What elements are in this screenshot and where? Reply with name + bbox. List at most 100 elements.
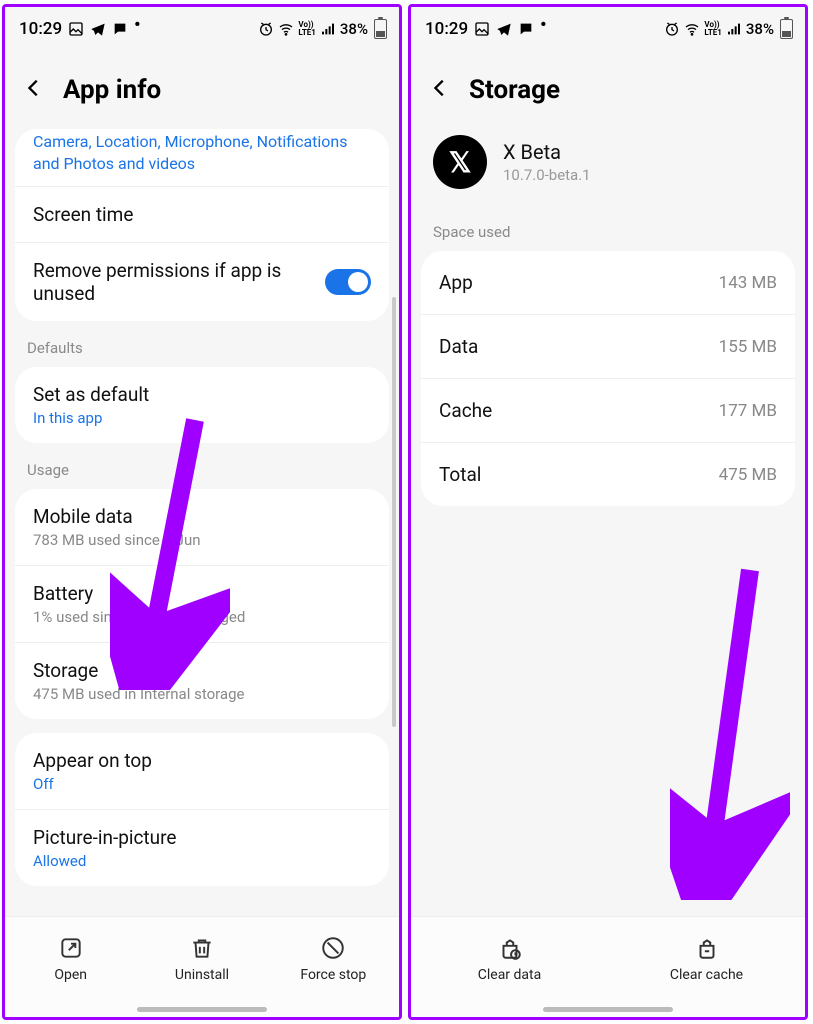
alarm-icon	[258, 21, 274, 37]
display-card: Appear on top Off Picture-in-picture All…	[15, 733, 389, 886]
mobile-data-title: Mobile data	[33, 505, 371, 528]
storage-title: Storage	[33, 659, 371, 682]
defaults-section-label: Defaults	[5, 321, 399, 367]
total-key: Total	[439, 463, 481, 486]
usage-card: Mobile data 783 MB used since 1 Jun Batt…	[15, 489, 389, 719]
storage-row[interactable]: Storage 475 MB used in Internal storage	[15, 642, 389, 719]
bottom-action-bar: Clear data Clear cache	[411, 916, 805, 1001]
battery-row[interactable]: Battery 1% used since last fully charged	[15, 565, 389, 642]
nav-pill	[543, 1007, 673, 1012]
space-used-card: App 143 MB Data 155 MB Cache 177 MB Tota…	[421, 251, 795, 506]
page-header: App info	[5, 47, 399, 129]
bottom-action-bar: Open Uninstall Force stop	[5, 916, 399, 1001]
page-header: Storage	[411, 47, 805, 129]
volte-icon: Vo))LTE1	[704, 21, 722, 37]
data-val: 155 MB	[719, 337, 777, 357]
remove-permissions-label: Remove permissions if app is unused	[33, 259, 303, 305]
scrollbar[interactable]	[392, 297, 396, 727]
app-key: App	[439, 271, 473, 294]
back-icon[interactable]	[429, 77, 451, 103]
wifi-icon	[684, 21, 700, 37]
clear-data-button[interactable]: Clear data	[411, 917, 608, 1001]
permissions-link[interactable]: Camera, Location, Microphone, Notificati…	[15, 129, 389, 186]
signal-icon	[726, 21, 742, 37]
telegram-icon	[90, 21, 106, 37]
top-card: Camera, Location, Microphone, Notificati…	[15, 129, 389, 321]
clear-cache-button[interactable]: Clear cache	[608, 917, 805, 1001]
gallery-icon	[474, 21, 490, 37]
force-stop-label: Force stop	[300, 967, 366, 983]
battery-pct: 38%	[746, 20, 774, 38]
back-icon[interactable]	[23, 77, 45, 103]
page-title: Storage	[469, 75, 560, 105]
cache-val: 177 MB	[719, 401, 777, 421]
uninstall-button[interactable]: Uninstall	[136, 917, 267, 1001]
battery-pct: 38%	[340, 20, 368, 38]
pip-sub: Allowed	[33, 852, 371, 870]
battery-sub: 1% used since last fully charged	[33, 608, 371, 626]
battery-icon	[780, 19, 793, 39]
screen-time-label: Screen time	[33, 203, 371, 226]
status-right: Vo))LTE1 38%	[258, 19, 387, 39]
set-default-row[interactable]: Set as default In this app	[15, 367, 389, 443]
nav-pill	[137, 1007, 267, 1012]
battery-icon	[374, 19, 387, 39]
status-left: 10:29 •	[425, 19, 546, 39]
uninstall-label: Uninstall	[175, 967, 229, 983]
page-title: App info	[63, 75, 161, 105]
status-bar: 10:29 • Vo))LTE1	[411, 7, 805, 47]
phone-app-info: 10:29 • Vo))LTE1	[2, 4, 402, 1020]
content: 𝕏 X Beta 10.7.0-beta.1 Space used App 14…	[411, 129, 805, 916]
gallery-icon	[68, 21, 84, 37]
phone-storage: 10:29 • Vo))LTE1	[408, 4, 808, 1020]
appear-on-top-row[interactable]: Appear on top Off	[15, 733, 389, 809]
app-val: 143 MB	[719, 273, 777, 293]
row-data: Data 155 MB	[421, 314, 795, 378]
gesture-nav-bar[interactable]	[5, 1001, 399, 1017]
defaults-card: Set as default In this app	[15, 367, 389, 443]
battery-title: Battery	[33, 582, 371, 605]
alarm-icon	[664, 21, 680, 37]
clear-data-label: Clear data	[478, 967, 541, 983]
status-time: 10:29	[19, 19, 62, 39]
signal-icon	[320, 21, 336, 37]
space-used-label: Space used	[411, 205, 805, 251]
row-total: Total 475 MB	[421, 442, 795, 506]
remove-permissions-toggle[interactable]	[325, 269, 371, 295]
app-version: 10.7.0-beta.1	[503, 166, 591, 184]
cache-key: Cache	[439, 399, 492, 422]
wifi-icon	[278, 21, 294, 37]
chat-icon	[112, 21, 128, 37]
more-dot-icon: •	[540, 15, 546, 35]
open-button[interactable]: Open	[5, 917, 136, 1001]
status-left: 10:29 •	[19, 19, 140, 39]
appear-on-top-title: Appear on top	[33, 749, 371, 772]
more-dot-icon: •	[134, 15, 140, 35]
screen-time-row[interactable]: Screen time	[15, 187, 389, 242]
open-label: Open	[54, 967, 87, 983]
pip-title: Picture-in-picture	[33, 826, 371, 849]
row-app: App 143 MB	[421, 251, 795, 314]
telegram-icon	[496, 21, 512, 37]
status-bar: 10:29 • Vo))LTE1	[5, 7, 399, 47]
set-default-sub: In this app	[33, 409, 371, 427]
gesture-nav-bar[interactable]	[411, 1001, 805, 1017]
mobile-data-row[interactable]: Mobile data 783 MB used since 1 Jun	[15, 489, 389, 565]
app-icon: 𝕏	[433, 135, 487, 189]
appear-on-top-sub: Off	[33, 775, 371, 793]
chat-icon	[518, 21, 534, 37]
status-time: 10:29	[425, 19, 468, 39]
app-name: X Beta	[503, 140, 591, 164]
usage-section-label: Usage	[5, 443, 399, 489]
force-stop-button[interactable]: Force stop	[268, 917, 399, 1001]
pip-row[interactable]: Picture-in-picture Allowed	[15, 809, 389, 886]
remove-permissions-row[interactable]: Remove permissions if app is unused	[15, 242, 389, 321]
data-key: Data	[439, 335, 478, 358]
row-cache: Cache 177 MB	[421, 378, 795, 442]
status-right: Vo))LTE1 38%	[664, 19, 793, 39]
content-scroll[interactable]: Camera, Location, Microphone, Notificati…	[5, 129, 399, 916]
volte-icon: Vo))LTE1	[298, 21, 316, 37]
clear-cache-label: Clear cache	[670, 967, 743, 983]
mobile-data-sub: 783 MB used since 1 Jun	[33, 531, 371, 549]
app-row: 𝕏 X Beta 10.7.0-beta.1	[411, 129, 805, 205]
